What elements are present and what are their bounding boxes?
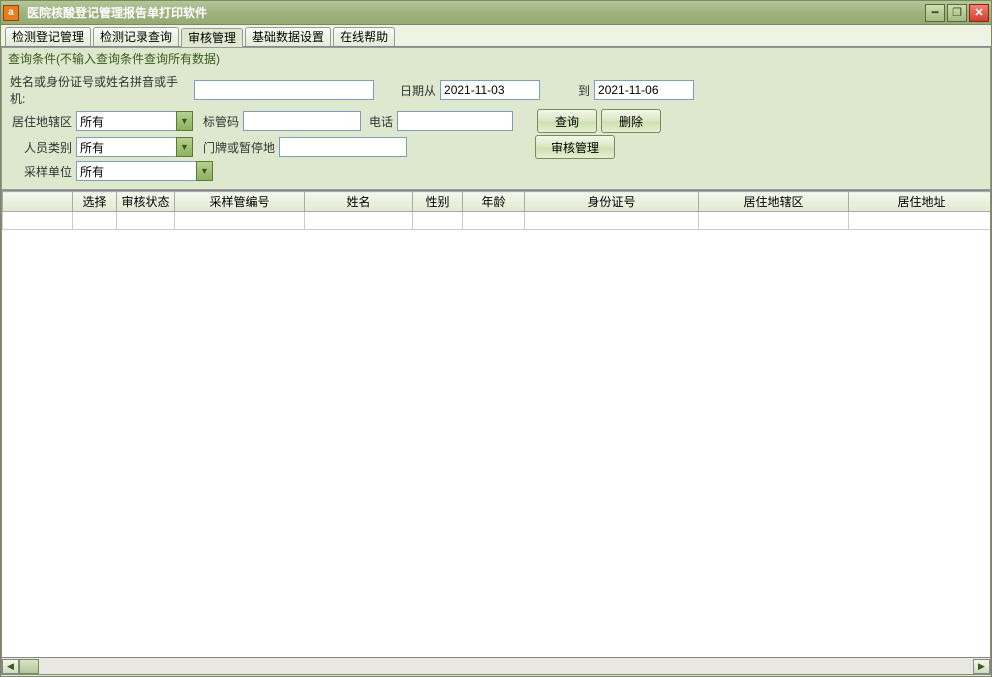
doorplate-label: 门牌或暂停地 — [203, 139, 275, 156]
tube-label: 标管码 — [203, 113, 239, 130]
grid-col-header[interactable]: 身份证号 — [525, 192, 699, 212]
date-to-label: 到 — [578, 82, 590, 99]
delete-button[interactable]: 删除 — [601, 109, 661, 133]
query-button[interactable]: 查询 — [537, 109, 597, 133]
grid-col-header[interactable]: 居住地址 — [849, 192, 992, 212]
scroll-right-icon[interactable]: ▶ — [973, 659, 990, 674]
region-label: 居住地辖区 — [10, 113, 72, 130]
tab-basedata[interactable]: 基础数据设置 — [245, 27, 331, 46]
scroll-track[interactable] — [19, 659, 973, 674]
table-cell[interactable] — [849, 212, 992, 230]
person-type-input[interactable] — [76, 137, 176, 157]
person-type-combo[interactable]: ▼ — [76, 137, 193, 157]
unit-label: 采样单位 — [10, 163, 72, 180]
tab-audit[interactable]: 审核管理 — [181, 28, 243, 47]
horizontal-scrollbar[interactable]: ◀ ▶ — [1, 658, 991, 675]
unit-dropdown-icon[interactable]: ▼ — [196, 161, 213, 181]
minimize-button[interactable]: ━ — [925, 4, 945, 22]
unit-combo[interactable]: ▼ — [76, 161, 213, 181]
table-row[interactable] — [3, 212, 992, 230]
table-cell[interactable] — [699, 212, 849, 230]
person-type-label: 人员类别 — [10, 139, 72, 156]
titlebar: a 医院核酸登记管理报告单打印软件 ━ ❐ ✕ — [1, 1, 991, 25]
data-grid: 选择审核状态采样管编号姓名性别年龄身份证号居住地辖区居住地址 — [1, 190, 991, 658]
audit-manage-button[interactable]: 审核管理 — [535, 135, 615, 159]
filter-panel: 查询条件(不输入查询条件查询所有数据) 姓名或身份证号或姓名拼音或手机: 日期从… — [1, 47, 991, 190]
tab-bar: 检测登记管理 检测记录查询 审核管理 基础数据设置 在线帮助 — [1, 25, 991, 47]
tab-records[interactable]: 检测记录查询 — [93, 27, 179, 46]
grid-col-header[interactable] — [3, 192, 73, 212]
table-cell[interactable] — [175, 212, 305, 230]
filter-title: 查询条件(不输入查询条件查询所有数据) — [2, 48, 990, 69]
grid-col-header[interactable]: 审核状态 — [117, 192, 175, 212]
doorplate-input[interactable] — [279, 137, 407, 157]
region-dropdown-icon[interactable]: ▼ — [176, 111, 193, 131]
phone-input[interactable] — [397, 111, 513, 131]
phone-label: 电话 — [369, 113, 393, 130]
window-title: 医院核酸登记管理报告单打印软件 — [27, 4, 923, 21]
unit-input[interactable] — [76, 161, 196, 181]
table-cell[interactable] — [73, 212, 117, 230]
person-type-dropdown-icon[interactable]: ▼ — [176, 137, 193, 157]
date-to-input[interactable] — [594, 80, 694, 100]
tab-help[interactable]: 在线帮助 — [333, 27, 395, 46]
date-from-label: 日期从 — [400, 82, 436, 99]
name-input[interactable] — [194, 80, 374, 100]
table-cell[interactable] — [117, 212, 175, 230]
maximize-button[interactable]: ❐ — [947, 4, 967, 22]
region-input[interactable] — [76, 111, 176, 131]
table-cell[interactable] — [463, 212, 525, 230]
grid-header-row: 选择审核状态采样管编号姓名性别年龄身份证号居住地辖区居住地址 — [3, 192, 992, 212]
scroll-thumb[interactable] — [19, 659, 39, 674]
grid-col-header[interactable]: 选择 — [73, 192, 117, 212]
table-cell[interactable] — [3, 212, 73, 230]
tube-input[interactable] — [243, 111, 361, 131]
grid-col-header[interactable]: 性别 — [413, 192, 463, 212]
date-from-input[interactable] — [440, 80, 540, 100]
table-cell[interactable] — [413, 212, 463, 230]
tab-registration[interactable]: 检测登记管理 — [5, 27, 91, 46]
close-button[interactable]: ✕ — [969, 4, 989, 22]
grid-col-header[interactable]: 居住地辖区 — [699, 192, 849, 212]
grid-col-header[interactable]: 采样管编号 — [175, 192, 305, 212]
table-cell[interactable] — [525, 212, 699, 230]
table-cell[interactable] — [305, 212, 413, 230]
app-icon: a — [3, 5, 19, 21]
grid-col-header[interactable]: 年龄 — [463, 192, 525, 212]
name-label: 姓名或身份证号或姓名拼音或手机: — [10, 73, 190, 107]
scroll-left-icon[interactable]: ◀ — [2, 659, 19, 674]
grid-col-header[interactable]: 姓名 — [305, 192, 413, 212]
region-combo[interactable]: ▼ — [76, 111, 193, 131]
